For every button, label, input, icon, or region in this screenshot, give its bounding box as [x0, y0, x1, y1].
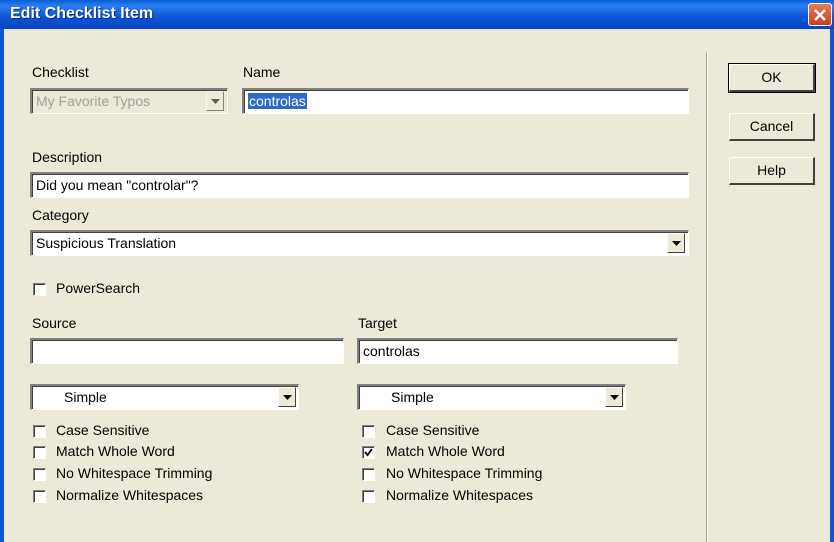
category-select[interactable]: Suspicious Translation: [30, 230, 689, 256]
category-value: Suspicious Translation: [36, 235, 177, 251]
frame-right: [830, 29, 834, 542]
checklist-label: Checklist: [32, 64, 89, 80]
close-icon: [814, 9, 826, 21]
description-label: Description: [32, 149, 103, 165]
target-mode-select[interactable]: Simple: [357, 384, 626, 410]
target-normalize-whitespaces-checkbox[interactable]: [362, 490, 375, 503]
category-dropdown-button[interactable]: [667, 233, 685, 253]
description-value: Did you mean "controlar"?: [36, 177, 199, 193]
source-case-sensitive-label: Case Sensitive: [56, 422, 150, 438]
source-normalize-whitespaces-checkbox[interactable]: [33, 490, 46, 503]
checklist-dropdown-button: [206, 91, 224, 111]
description-field[interactable]: Did you mean "controlar"?: [30, 172, 689, 198]
name-field[interactable]: controlas: [242, 88, 689, 114]
target-mode-value: Simple: [391, 389, 434, 405]
name-label: Name: [243, 64, 281, 80]
title-bar[interactable]: Edit Checklist Item: [0, 0, 834, 29]
frame-left: [0, 29, 4, 542]
close-button[interactable]: [808, 3, 832, 26]
target-no-whitespace-trimming-label: No Whitespace Trimming: [386, 465, 543, 481]
target-no-whitespace-trimming-checkbox[interactable]: [362, 468, 375, 481]
target-value: controlas: [363, 343, 420, 359]
target-match-whole-word-label: Match Whole Word: [386, 443, 505, 459]
target-case-sensitive-checkbox[interactable]: [362, 425, 375, 438]
help-button[interactable]: Help: [729, 157, 815, 185]
ok-button[interactable]: OK: [728, 63, 816, 93]
source-no-whitespace-trimming-label: No Whitespace Trimming: [56, 465, 213, 481]
target-case-sensitive-label: Case Sensitive: [386, 422, 480, 438]
source-mode-dropdown-button[interactable]: [278, 387, 296, 407]
target-mode-dropdown-button[interactable]: [605, 387, 623, 407]
target-normalize-whitespaces-label: Normalize Whitespaces: [386, 487, 534, 503]
source-match-whole-word-label: Match Whole Word: [56, 443, 175, 459]
dialog-window: Edit Checklist Item Checklist My Favorit…: [0, 0, 834, 542]
window-title: Edit Checklist Item: [10, 5, 154, 22]
checklist-value: My Favorite Typos: [36, 93, 151, 109]
powersearch-checkbox[interactable]: [33, 283, 46, 296]
button-separator-highlight: [707, 52, 708, 542]
source-no-whitespace-trimming-checkbox[interactable]: [33, 468, 46, 481]
target-field[interactable]: controlas: [357, 338, 678, 364]
name-value: controlas: [248, 93, 307, 109]
source-field[interactable]: [30, 338, 344, 364]
category-label: Category: [32, 207, 89, 223]
source-mode-value: Simple: [64, 389, 107, 405]
checkmark-icon: [364, 448, 373, 457]
checklist-select: My Favorite Typos: [30, 88, 228, 114]
source-match-whole-word-checkbox[interactable]: [33, 446, 46, 459]
source-normalize-whitespaces-label: Normalize Whitespaces: [56, 487, 204, 503]
chevron-down-icon: [211, 99, 220, 104]
source-mode-select[interactable]: Simple: [30, 384, 299, 410]
chevron-down-icon: [283, 395, 292, 400]
source-label: Source: [32, 315, 77, 331]
cancel-button[interactable]: Cancel: [729, 113, 815, 141]
chevron-down-icon: [610, 395, 619, 400]
target-label: Target: [358, 315, 397, 331]
target-match-whole-word-checkbox[interactable]: [362, 446, 375, 459]
chevron-down-icon: [672, 241, 681, 246]
powersearch-label: PowerSearch: [56, 280, 141, 296]
source-case-sensitive-checkbox[interactable]: [33, 425, 46, 438]
